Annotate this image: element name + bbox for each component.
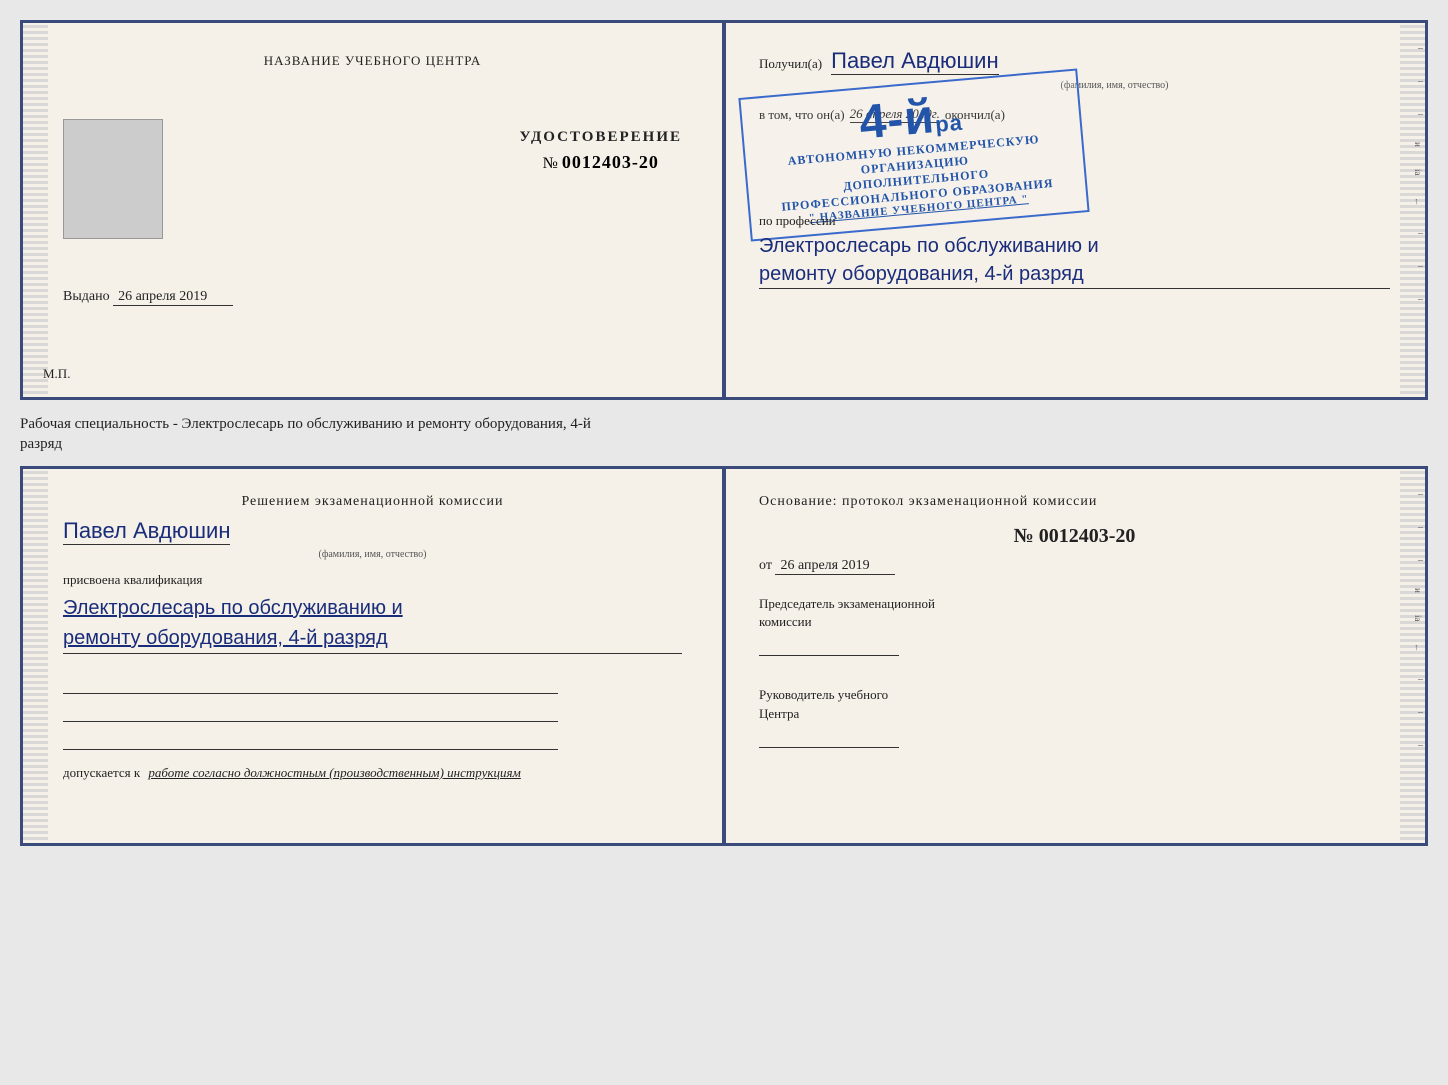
from-date: от 26 апреля 2019 [759, 558, 1390, 575]
person-name-bottom: Павел Авдюшин [63, 518, 230, 545]
chairman-sig-line [759, 636, 899, 656]
cert-bottom-right: Основание: протокол экзаменационной коми… [724, 469, 1425, 843]
assigned-qual-label: присвоена квалификация [63, 572, 682, 588]
mp-label: М.П. [43, 366, 70, 382]
sig-line-2 [63, 702, 558, 722]
protocol-number: № 0012403-20 [759, 525, 1390, 548]
recipient-name: Павел Авдюшин [831, 48, 998, 75]
fio-label-bottom: (фамилия, имя, отчество) [63, 549, 682, 560]
issue-label: Выдано [63, 289, 110, 304]
chairman-label: Председатель экзаменационной комиссии [759, 595, 1390, 631]
between-line2: разряд [20, 435, 1428, 455]
recipient-prefix: Получил(а) [759, 56, 822, 71]
issue-date: 26 апреля 2019 [113, 289, 233, 306]
qual-text: Электрослесарь по обслуживанию и ремонту… [63, 593, 682, 654]
cert-number: 0012403-20 [562, 152, 659, 172]
between-line1: Рабочая специальность - Электрослесарь п… [20, 415, 1428, 435]
right-border-texture [1400, 23, 1425, 397]
profession-line2: ремонту оборудования, 4-й разряд [759, 260, 1390, 288]
between-label: Рабочая специальность - Электрослесарь п… [20, 410, 1428, 456]
допускается-text: работе согласно должностным (производств… [148, 765, 520, 780]
bottom-certificate: Решением экзаменационной комиссии Павел … [20, 466, 1428, 846]
head-label: Руководитель учебного Центра [759, 686, 1390, 722]
sig-line-1 [63, 674, 558, 694]
org-name-top: НАЗВАНИЕ УЧЕБНОГО ЦЕНТРА [264, 53, 481, 69]
допускается-prefix: допускается к [63, 765, 140, 780]
top-certificate: НАЗВАНИЕ УЧЕБНОГО ЦЕНТРА УДОСТОВЕРЕНИЕ №… [20, 20, 1428, 400]
bottom-right-border [1400, 469, 1425, 843]
profession-section: по профессии Электрослесарь по обслужива… [759, 213, 1390, 289]
head-sig-line [759, 728, 899, 748]
cert-bottom-left: Решением экзаменационной комиссии Павел … [23, 469, 724, 843]
profession-line1: Электрослесарь по обслуживанию и [759, 232, 1390, 260]
sig-line-3 [63, 730, 558, 750]
qual-line1: Электрослесарь по обслуживанию и [63, 593, 682, 623]
cert-title: УДОСТОВЕРЕНИЕ [520, 129, 683, 146]
cert-number-label: № [543, 155, 558, 172]
signature-lines [63, 674, 682, 750]
basis-title: Основание: протокол экзаменационной коми… [759, 494, 1390, 510]
cert-right-panel: Получил(а) Павел Авдюшин (фамилия, имя, … [724, 23, 1425, 397]
profession-label: по профессии [759, 213, 1390, 229]
bottom-left-border [23, 469, 48, 843]
from-prefix: от [759, 558, 772, 573]
photo-placeholder [63, 119, 163, 239]
from-date-value: 26 апреля 2019 [775, 558, 895, 575]
head-section: Руководитель учебного Центра [759, 686, 1390, 747]
cert-left-panel: НАЗВАНИЕ УЧЕБНОГО ЦЕНТРА УДОСТОВЕРЕНИЕ №… [23, 23, 724, 397]
chairman-section: Председатель экзаменационной комиссии [759, 595, 1390, 656]
cert-center-info: УДОСТОВЕРЕНИЕ № 0012403-20 [520, 129, 683, 173]
commission-title: Решением экзаменационной комиссии [63, 494, 682, 510]
допускается-line: допускается к работе согласно должностны… [63, 765, 682, 781]
qual-line2: ремонту оборудования, 4-й разряд [63, 623, 682, 653]
profession-text: Электрослесарь по обслуживанию и ремонту… [759, 232, 1390, 289]
